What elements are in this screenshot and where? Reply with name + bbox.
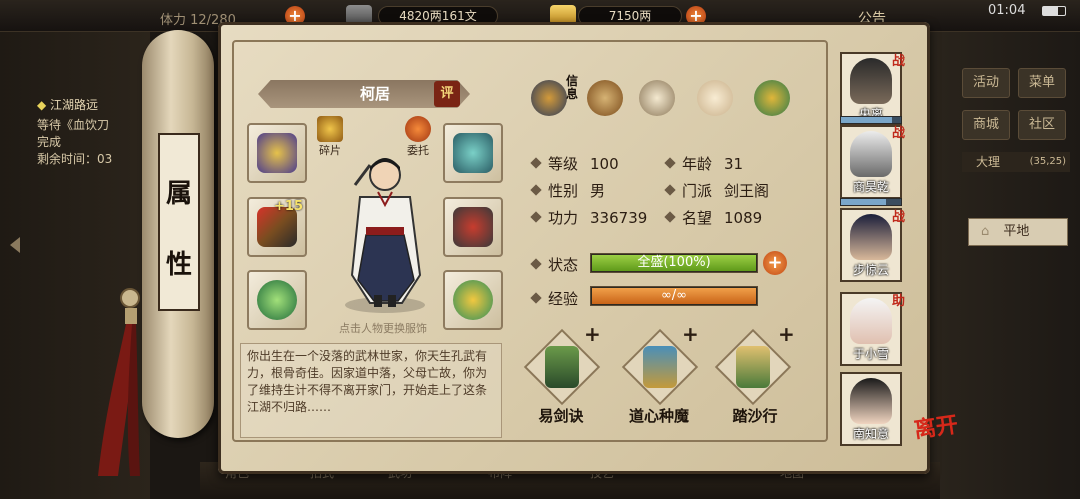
diamond-icon: [530, 157, 542, 169]
stat-fame: 名望 1089: [664, 207, 762, 228]
shop-button[interactable]: 商城: [962, 110, 1010, 140]
terrain-label: 平地: [1003, 224, 1030, 239]
quest-desc-2: 完成: [37, 135, 62, 149]
diamond-icon: [664, 184, 676, 196]
armor-icon: [453, 207, 493, 247]
hat-icon: [453, 133, 493, 173]
diamond-icon: [530, 292, 542, 304]
quest-timer: 剩余时间：03: [37, 152, 113, 166]
skill-3-name: 踏沙行: [732, 407, 778, 425]
stat-power: 功力 336739: [530, 207, 647, 228]
diamond-icon: [530, 184, 542, 196]
tab-info-label: 信息: [566, 74, 579, 101]
quest-desc: 等待《血饮刀: [37, 118, 110, 132]
team-member-tag: 助: [892, 294, 906, 309]
avatar: [850, 58, 892, 104]
diamond-icon: [530, 211, 542, 223]
team-member-tag: 战: [892, 126, 906, 141]
hat-portrait-icon: [531, 80, 567, 116]
team-member-name: 南知意: [852, 427, 889, 441]
scroll-title: 属 性: [158, 133, 200, 311]
equip-slot-gloves[interactable]: [247, 123, 307, 183]
skill-1-name: 易剑诀: [538, 407, 584, 425]
state-plus-button[interactable]: +: [763, 251, 787, 275]
tab-body[interactable]: [694, 77, 736, 119]
avatar: [850, 214, 892, 260]
diamond-icon: [664, 211, 676, 223]
scroll-title-char-2: 性: [165, 250, 192, 280]
scroll-title-char-1: 属: [165, 179, 192, 209]
character-figure[interactable]: [330, 145, 440, 315]
avatar: [850, 131, 892, 177]
state-label: 状态: [530, 254, 578, 275]
character-name: 柯居: [359, 85, 390, 103]
rate-button[interactable]: 评: [434, 81, 460, 107]
tab-taiji[interactable]: [636, 77, 678, 119]
quest-title[interactable]: ◆ 江湖路远: [37, 96, 98, 113]
community-button[interactable]: 社区: [1018, 110, 1066, 140]
book-icon: [545, 346, 579, 388]
tab-scroll[interactable]: [584, 77, 626, 119]
fragment-icon: [317, 116, 343, 142]
avatar: [850, 298, 892, 344]
compass-icon: [754, 80, 790, 116]
character-bio: 你出生在一个没落的武林世家，你天生孔武有力，根骨奇佳。因家道中落，父母亡故，你为…: [240, 343, 502, 438]
team-member-name: 商昊乾: [852, 180, 889, 194]
team-member-name: 于小雪: [852, 347, 889, 361]
activity-button[interactable]: 活动: [962, 68, 1010, 98]
tab-compass[interactable]: [751, 77, 793, 119]
state-bar: 全盛(100%): [590, 253, 758, 273]
location-bar: 大理 (35,25): [962, 152, 1070, 172]
clock: 01:04: [988, 3, 1026, 18]
diamond-icon: [530, 258, 542, 270]
scroll-icon: [587, 80, 623, 116]
scroll-roll-icon: [736, 346, 770, 388]
enhance-level: +15: [274, 199, 303, 214]
body-icon: [697, 80, 733, 116]
team-member-tag: 战: [892, 210, 906, 225]
equip-slot-armor[interactable]: [443, 197, 503, 257]
equip-slot-ring[interactable]: [247, 270, 307, 330]
change-outfit-hint: 点击人物更换服饰: [339, 322, 427, 335]
jade-icon: [453, 280, 493, 320]
collapse-left-icon[interactable]: [10, 237, 20, 253]
skill-2-name: 道心种魔: [628, 407, 689, 425]
skill-2-plus-button[interactable]: +: [682, 322, 699, 346]
stat-age: 年龄 31: [664, 153, 743, 174]
region-name: 大理: [976, 155, 1001, 169]
avatar: [850, 378, 892, 424]
state-bar-text: 全盛(100%): [637, 255, 711, 270]
exp-bar-text: ∞/∞: [660, 288, 688, 303]
taiji-icon: [639, 80, 675, 116]
terrain-icon: ⌂: [981, 224, 990, 239]
team-member-5[interactable]: 南知意: [840, 372, 902, 446]
skill-3-plus-button[interactable]: +: [778, 322, 795, 346]
exp-bar: ∞/∞: [590, 286, 758, 306]
equip-slot-weapon[interactable]: +15: [247, 197, 307, 257]
skill-1-plus-button[interactable]: +: [584, 322, 601, 346]
terrain-box: ⌂ 平地: [968, 218, 1068, 246]
stat-gender: 性别男: [530, 180, 605, 201]
stat-level: 等级 100: [530, 153, 619, 174]
team-member-name: 步惊云: [852, 263, 889, 277]
menu-button[interactable]: 菜单: [1018, 68, 1066, 98]
region-coords: (35,25): [1029, 156, 1066, 167]
equip-slot-hat[interactable]: [443, 123, 503, 183]
tab-info[interactable]: [528, 77, 570, 119]
team-member-bar: [840, 198, 902, 206]
exp-label: 经验: [530, 288, 578, 309]
leave-button[interactable]: 离开: [912, 412, 969, 469]
stat-sect: 门派 剑王阁: [664, 180, 769, 201]
scroll-roll-icon: [643, 346, 677, 388]
battery-icon: [1042, 6, 1066, 16]
equip-slot-accessory[interactable]: [443, 270, 503, 330]
gloves-icon: [257, 133, 297, 173]
ring-icon: [257, 280, 297, 320]
diamond-icon: [664, 157, 676, 169]
team-member-tag: 战: [892, 54, 906, 69]
entrust-icon: [405, 116, 431, 142]
